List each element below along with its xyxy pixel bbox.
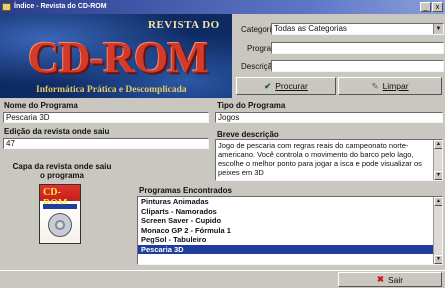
categoria-select[interactable]: Todas as Categorias ▼ xyxy=(271,23,444,35)
categoria-value: Todas as Categorias xyxy=(274,24,347,33)
window-controls: _ x xyxy=(420,2,443,12)
programs-listbox[interactable]: Pinturas Animadas Cliparts - Namorados S… xyxy=(137,196,443,265)
cover-band xyxy=(43,204,77,209)
procurar-button[interactable]: ✔ Procurar xyxy=(236,77,336,95)
checkmark-icon: ✔ xyxy=(264,80,272,91)
eraser-icon: ✎ xyxy=(371,80,379,91)
window-title: Índice - Revista do CD-ROM xyxy=(14,3,107,10)
descricao-scrollbar[interactable]: ▲ ▼ xyxy=(433,140,442,180)
tipo-label: Tipo do Programa xyxy=(217,101,286,110)
list-item[interactable]: Monaco GP 2 - Fórmula 1 xyxy=(138,226,442,236)
list-item[interactable]: Pinturas Animadas xyxy=(138,197,442,207)
edicao-label: Edição da revista onde saiu xyxy=(4,127,110,136)
descricao-text[interactable]: Jogo de pescaria com regras reais do cam… xyxy=(215,139,443,181)
app-icon xyxy=(2,3,11,11)
list-item-selected[interactable]: Pescaria 3D xyxy=(138,244,442,254)
scroll-down-icon[interactable]: ▼ xyxy=(434,171,442,180)
logo-main-text: CD-ROM xyxy=(28,33,209,82)
programs-scrollbar[interactable]: ▲ ▼ xyxy=(433,197,442,264)
nome-label: Nome do Programa xyxy=(4,101,78,110)
list-item[interactable]: Screen Saver - Cupido xyxy=(138,216,442,226)
limpar-button[interactable]: ✎ Limpar xyxy=(338,77,442,95)
scroll-down-icon[interactable]: ▼ xyxy=(434,255,442,264)
magazine-cover-image: CD-ROM xyxy=(39,184,81,244)
capa-label: Capa da revista onde saiu o programa xyxy=(12,162,112,180)
descricao-input[interactable] xyxy=(271,60,444,72)
programa-input[interactable] xyxy=(271,42,444,54)
tipo-field[interactable]: Jogos xyxy=(215,112,443,123)
cd-icon xyxy=(48,213,72,237)
exit-x-icon: ✖ xyxy=(376,274,384,284)
list-item[interactable]: PegSol - Tabuleiro xyxy=(138,235,442,245)
window-titlebar: Índice - Revista do CD-ROM xyxy=(0,0,445,14)
breve-descricao-label: Breve descrição xyxy=(217,130,279,139)
list-item[interactable]: Cliparts - Namorados xyxy=(138,207,442,217)
magazine-logo: REVISTA DO CD-ROM Informática Prática e … xyxy=(0,14,232,98)
procurar-label: Procurar xyxy=(275,81,308,91)
sair-label: Sair xyxy=(388,274,404,285)
limpar-label: Limpar xyxy=(382,81,409,91)
scroll-up-icon[interactable]: ▲ xyxy=(434,140,442,149)
edicao-field[interactable]: 47 xyxy=(3,138,209,149)
close-button[interactable]: x xyxy=(432,2,443,12)
descricao-content: Jogo de pescaria com regras reais do cam… xyxy=(218,141,422,177)
logo-top-text: REVISTA DO xyxy=(148,19,220,31)
sair-button[interactable]: ✖ Sair xyxy=(338,272,442,287)
programas-label: Programas Encontrados xyxy=(139,186,232,195)
chevron-down-icon[interactable]: ▼ xyxy=(433,24,443,34)
scroll-up-icon[interactable]: ▲ xyxy=(434,197,442,206)
nome-field[interactable]: Pescaria 3D xyxy=(3,112,209,123)
logo-tagline: Informática Prática e Descomplicada xyxy=(36,85,187,95)
minimize-button[interactable]: _ xyxy=(420,2,431,12)
